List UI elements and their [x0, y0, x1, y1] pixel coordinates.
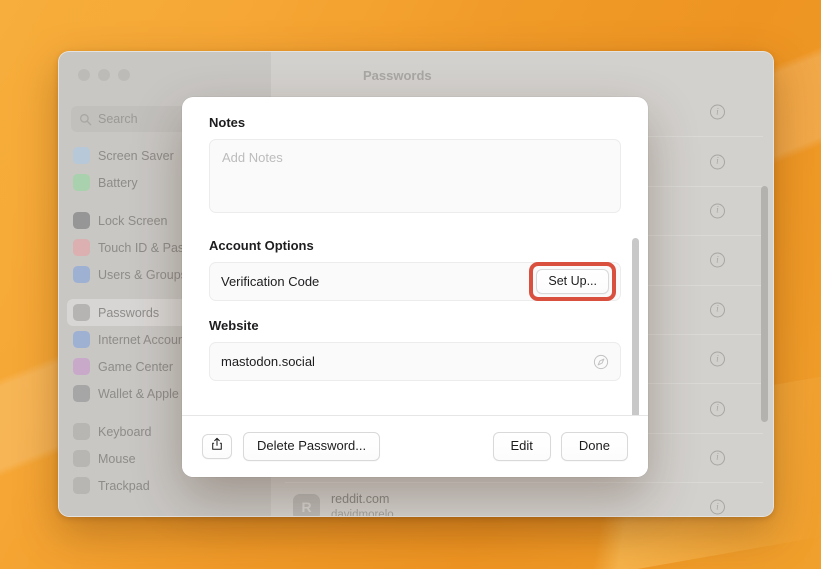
page-title: Passwords — [363, 68, 432, 83]
sidebar-item-label: Users & Groups — [98, 267, 187, 282]
passwords-key-icon — [73, 304, 90, 321]
safari-compass-icon[interactable] — [593, 354, 609, 370]
sheet-footer: Delete Password... Edit Done — [182, 415, 648, 477]
info-icon[interactable]: i — [710, 104, 725, 120]
row-subtitle: davidmorelo — [331, 508, 394, 517]
sidebar-item-label: Battery — [98, 175, 138, 190]
info-icon[interactable]: i — [710, 450, 725, 466]
sheet-scrollbar[interactable] — [632, 238, 639, 415]
info-icon[interactable]: i — [710, 401, 725, 417]
screen-saver-icon — [73, 147, 90, 164]
share-icon — [210, 437, 224, 456]
users-groups-icon — [73, 266, 90, 283]
row-title: reddit.com — [331, 492, 390, 507]
search-placeholder: Search — [98, 112, 138, 126]
sidebar-item-label: Screen Saver — [98, 148, 174, 163]
footer-right-group: Edit Done — [492, 432, 628, 461]
notes-heading: Notes — [209, 115, 246, 130]
desktop-background: Search Screen Saver Battery Lock Screen Tou… — [0, 0, 821, 569]
password-detail-sheet: Notes Add Notes Account Options Verifica… — [182, 97, 648, 477]
lock-screen-icon — [73, 212, 90, 229]
wallet-icon — [73, 385, 90, 402]
info-icon[interactable]: i — [710, 154, 725, 170]
sheet-scroll-area: Notes Add Notes Account Options Verifica… — [182, 97, 648, 415]
window-scrollbar[interactable] — [761, 186, 768, 422]
mouse-icon — [73, 450, 90, 467]
sidebar-item-label: Trackpad — [98, 478, 150, 493]
done-button[interactable]: Done — [560, 432, 628, 461]
sidebar-item-label: Passwords — [98, 305, 160, 320]
table-row[interactable]: Rreddit.com davidmorelo i — [285, 483, 763, 517]
zoom-button[interactable] — [118, 69, 130, 81]
sidebar-item-label: Keyboard — [98, 424, 152, 439]
row-text: reddit.com davidmorelo — [331, 492, 394, 517]
account-options-heading: Account Options — [209, 238, 314, 253]
game-center-icon — [73, 358, 90, 375]
sidebar-item-label: Game Center — [98, 359, 174, 374]
notes-textarea[interactable]: Add Notes — [209, 139, 621, 213]
sidebar-item-label: Internet Accounts — [98, 332, 195, 347]
set-up-button[interactable]: Set Up... — [536, 268, 609, 295]
verification-code-row: Verification Code Set Up... — [209, 261, 621, 302]
website-row: mastodon.social — [209, 342, 621, 381]
close-button[interactable] — [78, 69, 90, 81]
sidebar-item-label: Lock Screen — [98, 213, 168, 228]
footer-left-group: Delete Password... — [202, 432, 381, 461]
battery-icon — [73, 174, 90, 191]
window-traffic-lights[interactable] — [78, 69, 130, 81]
website-heading: Website — [209, 318, 259, 333]
info-icon[interactable]: i — [710, 252, 725, 268]
minimize-button[interactable] — [98, 69, 110, 81]
info-icon[interactable]: i — [710, 351, 725, 367]
touch-id-icon — [73, 239, 90, 256]
info-icon[interactable]: i — [710, 203, 725, 219]
sidebar-item-label: Mouse — [98, 451, 136, 466]
edit-button[interactable]: Edit — [492, 432, 551, 461]
info-icon[interactable]: i — [710, 499, 725, 515]
info-icon[interactable]: i — [710, 302, 725, 318]
internet-accounts-icon — [73, 331, 90, 348]
trackpad-icon — [73, 477, 90, 494]
delete-password-button[interactable]: Delete Password... — [243, 432, 381, 461]
website-value[interactable]: mastodon.social — [221, 354, 315, 369]
search-icon — [79, 113, 92, 126]
favicon: R — [293, 493, 320, 516]
set-up-highlight-box: Set Up... — [529, 261, 616, 302]
share-button[interactable] — [202, 434, 232, 459]
verification-code-label: Verification Code — [221, 274, 320, 289]
keyboard-icon — [73, 423, 90, 440]
